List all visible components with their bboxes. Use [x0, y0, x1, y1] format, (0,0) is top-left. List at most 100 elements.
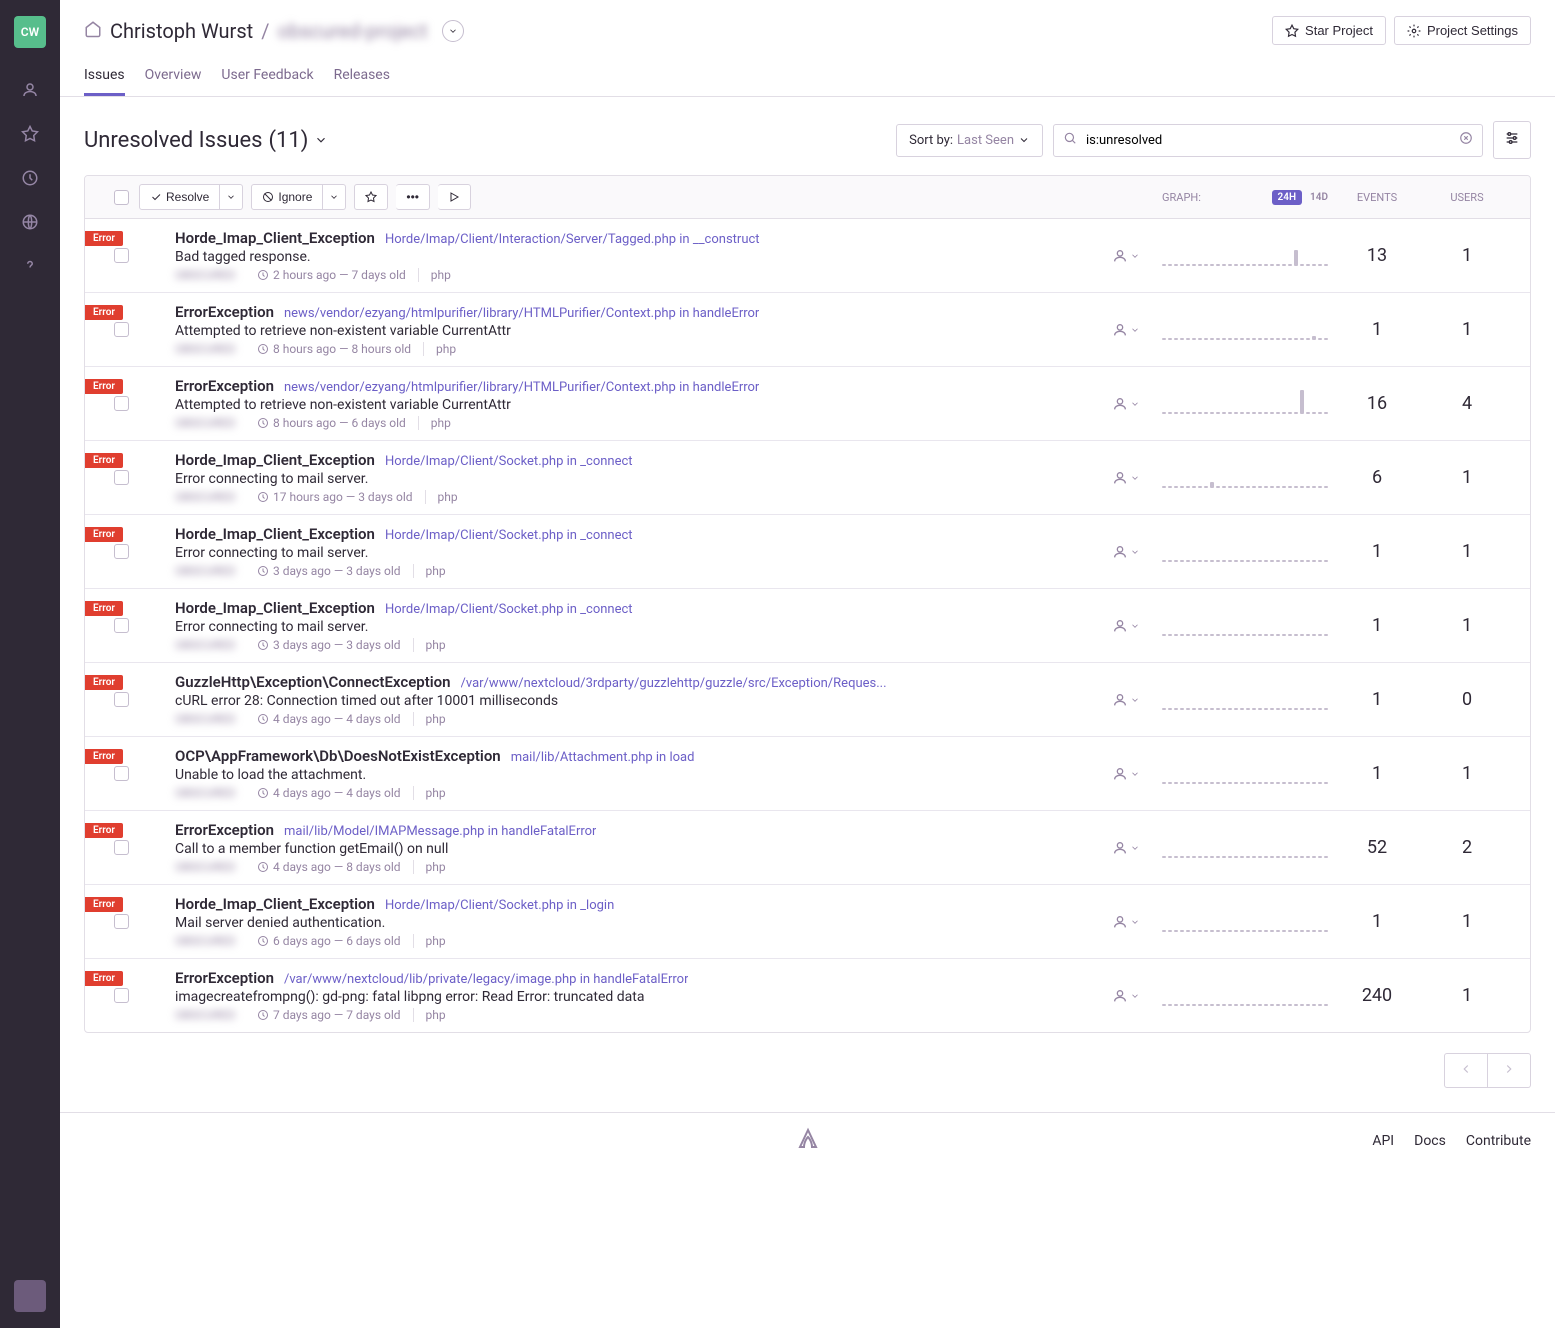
issue-checkbox[interactable] — [114, 840, 129, 855]
issue-row[interactable]: Error OCP\AppFramework\Db\DoesNotExistEx… — [85, 737, 1530, 811]
assignee-picker[interactable] — [1112, 840, 1162, 856]
graph-14d-toggle[interactable]: 14D — [1306, 190, 1332, 205]
user-avatar[interactable] — [14, 1280, 46, 1312]
events-count: 1 — [1332, 911, 1422, 932]
level-badge: Error — [85, 231, 123, 246]
issue-id: OBSCURED — [175, 268, 245, 282]
issue-message: Mail server denied authentication. — [175, 915, 1112, 931]
assignee-picker[interactable] — [1112, 248, 1162, 264]
issue-title[interactable]: Horde_Imap_Client_Exception — [175, 895, 375, 913]
ignore-dropdown[interactable] — [323, 184, 346, 210]
project-settings-button[interactable]: Project Settings — [1394, 16, 1531, 45]
graph-24h-toggle[interactable]: 24H — [1272, 190, 1303, 205]
bookmark-button[interactable] — [354, 184, 388, 210]
tab-releases[interactable]: Releases — [334, 57, 390, 96]
search-input[interactable] — [1053, 124, 1483, 157]
issue-row[interactable]: Error ErrorException mail/lib/Model/IMAP… — [85, 811, 1530, 885]
assignee-picker[interactable] — [1112, 470, 1162, 486]
level-badge: Error — [85, 749, 123, 764]
issue-checkbox[interactable] — [114, 470, 129, 485]
events-count: 240 — [1332, 985, 1422, 1006]
issue-row[interactable]: Error Horde_Imap_Client_Exception Horde/… — [85, 219, 1530, 293]
issue-checkbox[interactable] — [114, 988, 129, 1003]
filter-button[interactable] — [1493, 121, 1531, 159]
star-icon[interactable] — [12, 116, 48, 152]
sparkline — [1162, 690, 1332, 710]
issue-row[interactable]: Error ErrorException news/vendor/ezyang/… — [85, 367, 1530, 441]
project-dropdown-icon[interactable] — [442, 20, 464, 42]
issue-checkbox[interactable] — [114, 544, 129, 559]
assignee-picker[interactable] — [1112, 396, 1162, 412]
resolve-button[interactable]: Resolve — [139, 184, 220, 210]
select-all-checkbox[interactable] — [114, 190, 129, 205]
assignee-picker[interactable] — [1112, 544, 1162, 560]
issue-checkbox[interactable] — [114, 396, 129, 411]
resolve-dropdown[interactable] — [220, 184, 243, 210]
level-badge: Error — [85, 453, 123, 468]
issue-title[interactable]: Horde_Imap_Client_Exception — [175, 451, 375, 469]
breadcrumb-owner[interactable]: Christoph Wurst — [110, 19, 253, 43]
tab-overview[interactable]: Overview — [145, 57, 202, 96]
issue-location: news/vendor/ezyang/htmlpurifier/library/… — [284, 306, 759, 321]
issue-count: (11) — [268, 128, 308, 153]
sparkline — [1162, 468, 1332, 488]
issue-checkbox[interactable] — [114, 322, 129, 337]
issue-time: 3 days ago — 3 days old — [257, 638, 401, 652]
issue-checkbox[interactable] — [114, 692, 129, 707]
tab-user-feedback[interactable]: User Feedback — [221, 57, 313, 96]
assignee-picker[interactable] — [1112, 618, 1162, 634]
issue-row[interactable]: Error Horde_Imap_Client_Exception Horde/… — [85, 441, 1530, 515]
issue-checkbox[interactable] — [114, 618, 129, 633]
help-icon[interactable] — [12, 248, 48, 284]
home-icon[interactable] — [84, 19, 102, 43]
issue-title[interactable]: Horde_Imap_Client_Exception — [175, 229, 375, 247]
assignee-picker[interactable] — [1112, 914, 1162, 930]
play-button[interactable] — [438, 184, 471, 210]
more-button[interactable]: ••• — [396, 184, 430, 210]
issue-row[interactable]: Error Horde_Imap_Client_Exception Horde/… — [85, 589, 1530, 663]
history-icon[interactable] — [12, 160, 48, 196]
ignore-button[interactable]: Ignore — [251, 184, 323, 210]
issue-title[interactable]: ErrorException — [175, 969, 274, 987]
issue-row[interactable]: Error GuzzleHttp\Exception\ConnectExcept… — [85, 663, 1530, 737]
level-badge: Error — [85, 971, 123, 986]
page-title[interactable]: Unresolved Issues (11) — [84, 128, 328, 153]
assignee-picker[interactable] — [1112, 322, 1162, 338]
issue-row[interactable]: Error Horde_Imap_Client_Exception Horde/… — [85, 885, 1530, 959]
next-page-button[interactable] — [1488, 1053, 1531, 1088]
issue-title[interactable]: ErrorException — [175, 821, 274, 839]
star-project-button[interactable]: Star Project — [1272, 16, 1386, 45]
sort-button[interactable]: Sort by: Last Seen — [896, 124, 1043, 157]
pagination — [84, 1053, 1531, 1088]
footer-link-contribute[interactable]: Contribute — [1466, 1133, 1531, 1149]
issue-title[interactable]: GuzzleHttp\Exception\ConnectException — [175, 673, 451, 691]
breadcrumb-project[interactable]: obscured-project — [277, 19, 427, 43]
tab-issues[interactable]: Issues — [84, 57, 125, 96]
issue-title[interactable]: Horde_Imap_Client_Exception — [175, 599, 375, 617]
assignee-picker[interactable] — [1112, 766, 1162, 782]
footer-link-docs[interactable]: Docs — [1414, 1133, 1446, 1149]
breadcrumb: Christoph Wurst / obscured-project — [84, 19, 464, 43]
issue-row[interactable]: Error ErrorException news/vendor/ezyang/… — [85, 293, 1530, 367]
globe-icon[interactable] — [12, 204, 48, 240]
users-count: 1 — [1422, 763, 1512, 784]
prev-page-button[interactable] — [1444, 1053, 1488, 1088]
issue-checkbox[interactable] — [114, 248, 129, 263]
issue-row[interactable]: Error ErrorException /var/www/nextcloud/… — [85, 959, 1530, 1032]
users-count: 1 — [1422, 245, 1512, 266]
assignee-picker[interactable] — [1112, 692, 1162, 708]
org-logo[interactable]: CW — [14, 16, 46, 48]
assignee-picker[interactable] — [1112, 988, 1162, 1004]
user-icon[interactable] — [12, 72, 48, 108]
footer-link-api[interactable]: API — [1372, 1133, 1394, 1149]
issue-title[interactable]: Horde_Imap_Client_Exception — [175, 525, 375, 543]
issue-time: 2 hours ago — 7 days old — [257, 268, 406, 282]
issue-row[interactable]: Error Horde_Imap_Client_Exception Horde/… — [85, 515, 1530, 589]
issue-title[interactable]: OCP\AppFramework\Db\DoesNotExistExceptio… — [175, 747, 501, 765]
issue-title[interactable]: ErrorException — [175, 303, 274, 321]
clear-icon[interactable] — [1459, 131, 1473, 149]
issue-checkbox[interactable] — [114, 914, 129, 929]
issue-title[interactable]: ErrorException — [175, 377, 274, 395]
issue-checkbox[interactable] — [114, 766, 129, 781]
issue-id: OBSCURED — [175, 1008, 245, 1022]
